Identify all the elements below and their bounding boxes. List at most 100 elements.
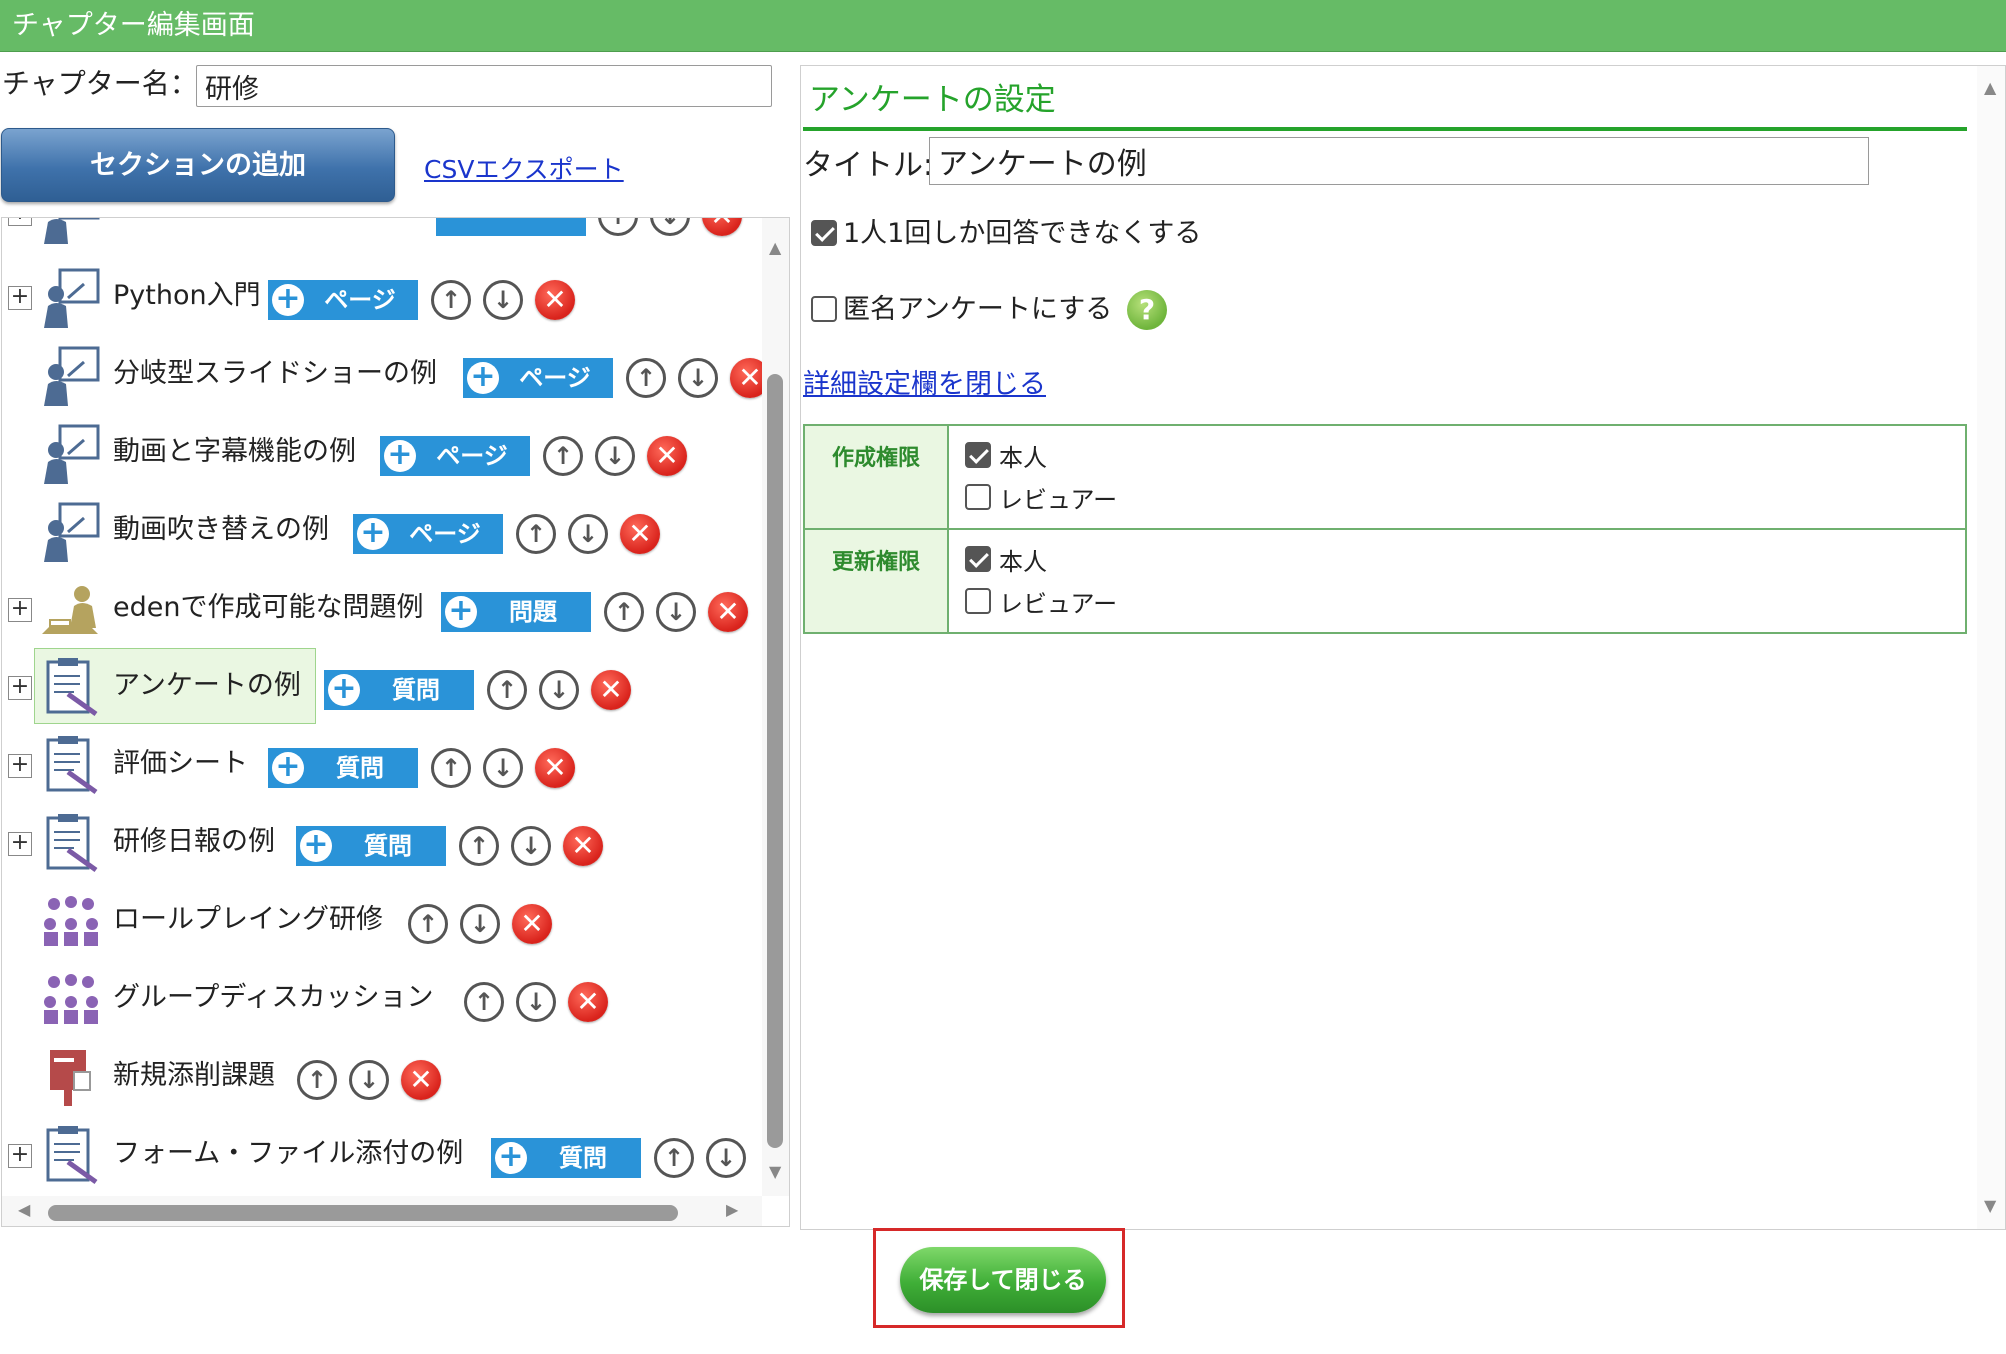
once-only-checkbox[interactable] <box>811 220 837 246</box>
section-label[interactable]: 分岐型スライドショーの例 <box>113 356 437 392</box>
move-up-button[interactable]: ↑ <box>431 280 471 320</box>
update-self-checkbox[interactable] <box>965 546 991 572</box>
move-up-button[interactable]: ↑ <box>408 904 448 944</box>
delete-button[interactable]: ✕ <box>563 826 603 866</box>
delete-button[interactable]: ✕ <box>535 280 575 320</box>
expand-toggle[interactable]: + <box>8 598 32 622</box>
move-up-button[interactable]: ↑ <box>598 218 638 236</box>
move-down-button[interactable]: ↓ <box>706 1138 746 1178</box>
delete-button[interactable]: ✕ <box>702 218 742 236</box>
delete-button[interactable]: ✕ <box>401 1060 441 1100</box>
tree-row[interactable]: 動画と字幕機能の例 + ページ ↑ ↓ ✕ <box>2 420 762 486</box>
scroll-thumb[interactable] <box>767 374 783 1148</box>
move-up-button[interactable]: ↑ <box>487 670 527 710</box>
add-page-button[interactable]: + ページ <box>463 358 613 398</box>
add-question-button[interactable]: + 質問 <box>324 670 474 710</box>
delete-button[interactable]: ✕ <box>730 358 762 398</box>
panel-vertical-scrollbar[interactable]: ▲ ▼ <box>1977 66 2005 1229</box>
delete-button[interactable]: ✕ <box>535 748 575 788</box>
create-reviewer-checkbox[interactable] <box>965 484 991 510</box>
tree-row[interactable]: グループディスカッション ↑ ↓ ✕ <box>2 966 762 1032</box>
move-down-button[interactable]: ↓ <box>483 748 523 788</box>
delete-button[interactable]: ✕ <box>512 904 552 944</box>
scroll-thumb[interactable] <box>48 1205 678 1221</box>
move-up-button[interactable]: ↑ <box>654 1138 694 1178</box>
tree-row-selected[interactable]: + アンケートの例 + 質問 ↑ ↓ ✕ <box>2 648 762 724</box>
move-down-button[interactable]: ↓ <box>460 904 500 944</box>
move-down-button[interactable]: ↓ <box>539 670 579 710</box>
scroll-left-arrow-icon[interactable]: ◀ <box>18 1200 30 1219</box>
expand-toggle[interactable]: + <box>8 1144 32 1168</box>
move-up-button[interactable]: ↑ <box>604 592 644 632</box>
expand-toggle[interactable]: + <box>8 286 32 310</box>
csv-export-link[interactable]: CSVエクスポート <box>424 150 624 186</box>
delete-button[interactable]: ✕ <box>568 982 608 1022</box>
section-label[interactable]: 新規添削課題 <box>113 1058 275 1094</box>
add-page-button[interactable]: + ページ <box>268 280 418 320</box>
section-label[interactable]: ロールプレイング研修 <box>113 902 383 938</box>
add-section-button[interactable]: セクションの追加 <box>1 128 395 202</box>
move-down-button[interactable]: ↓ <box>650 218 690 236</box>
survey-title-input[interactable] <box>929 137 1869 185</box>
tree-row[interactable]: + edenで作成可能な問題例 + 問題 ↑ ↓ ✕ <box>2 576 762 642</box>
move-up-button[interactable]: ↑ <box>431 748 471 788</box>
expand-toggle[interactable]: + <box>8 676 32 700</box>
chapter-name-input[interactable] <box>196 65 772 107</box>
move-up-button[interactable]: ↑ <box>516 514 556 554</box>
expand-toggle[interactable]: + <box>8 754 32 778</box>
tree-row[interactable]: + 評価シート + 質問 ↑ ↓ ✕ <box>2 732 762 798</box>
anonymous-checkbox[interactable] <box>811 296 837 322</box>
section-label[interactable]: アンケートの例 <box>113 668 301 704</box>
save-and-close-button[interactable]: 保存して閉じる <box>900 1247 1106 1313</box>
add-question-button[interactable]: + 質問 <box>268 748 418 788</box>
scroll-up-arrow-icon[interactable]: ▲ <box>769 238 781 257</box>
expand-toggle[interactable]: + <box>8 218 32 226</box>
tree-row[interactable]: + フォーム・ファイル添付の例 + 質問 ↑ ↓ <box>2 1122 762 1188</box>
section-label[interactable]: グループディスカッション <box>113 980 434 1016</box>
section-label[interactable]: 動画と字幕機能の例 <box>113 434 356 470</box>
expand-toggle[interactable]: + <box>8 832 32 856</box>
add-question-button[interactable]: + 質問 <box>491 1138 641 1178</box>
tree-vertical-scrollbar[interactable]: ▲ ▼ <box>762 218 789 1196</box>
move-up-button[interactable]: ↑ <box>626 358 666 398</box>
add-page-button[interactable]: + ページ <box>380 436 530 476</box>
toggle-details-link[interactable]: 詳細設定欄を閉じる <box>803 362 1046 401</box>
update-reviewer-checkbox[interactable] <box>965 588 991 614</box>
section-label[interactable]: 評価シート <box>113 746 248 782</box>
help-icon[interactable]: ? <box>1127 290 1167 330</box>
move-down-button[interactable]: ↓ <box>656 592 696 632</box>
move-down-button[interactable]: ↓ <box>568 514 608 554</box>
add-question-button[interactable]: + 問題 <box>441 592 591 632</box>
tree-row[interactable]: 分岐型スライドショーの例 + ページ ↑ ↓ ✕ <box>2 342 762 408</box>
add-page-pill-partial[interactable] <box>436 218 586 236</box>
section-label[interactable]: 動画吹き替えの例 <box>113 512 329 548</box>
tree-row[interactable]: ロールプレイング研修 ↑ ↓ ✕ <box>2 888 762 954</box>
move-up-button[interactable]: ↑ <box>297 1060 337 1100</box>
tree-row[interactable]: 新規添削課題 ↑ ↓ ✕ <box>2 1044 762 1110</box>
tree-row[interactable]: + Python入門 + ページ ↑ ↓ ✕ <box>2 264 762 330</box>
delete-button[interactable]: ✕ <box>708 592 748 632</box>
delete-button[interactable]: ✕ <box>647 436 687 476</box>
delete-button[interactable]: ✕ <box>591 670 631 710</box>
section-label[interactable]: Python入門 <box>113 278 261 314</box>
move-down-button[interactable]: ↓ <box>516 982 556 1022</box>
move-down-button[interactable]: ↓ <box>678 358 718 398</box>
move-down-button[interactable]: ↓ <box>483 280 523 320</box>
move-down-button[interactable]: ↓ <box>595 436 635 476</box>
scroll-down-arrow-icon[interactable]: ▼ <box>769 1162 781 1181</box>
tree-horizontal-scrollbar[interactable]: ◀ ▶ <box>2 1196 762 1226</box>
scroll-right-arrow-icon[interactable]: ▶ <box>726 1200 738 1219</box>
add-question-button[interactable]: + 質問 <box>296 826 446 866</box>
move-up-button[interactable]: ↑ <box>543 436 583 476</box>
tree-row[interactable]: + 研修日報の例 + 質問 ↑ ↓ ✕ <box>2 810 762 876</box>
tree-row[interactable]: 動画吹き替えの例 + ページ ↑ ↓ ✕ <box>2 498 762 564</box>
section-label[interactable]: edenで作成可能な問題例 <box>113 590 423 626</box>
scroll-down-arrow-icon[interactable]: ▼ <box>1984 1196 1996 1215</box>
section-label[interactable]: 研修日報の例 <box>113 824 275 860</box>
scroll-up-arrow-icon[interactable]: ▲ <box>1984 78 1996 97</box>
delete-button[interactable]: ✕ <box>620 514 660 554</box>
add-page-button[interactable]: + ページ <box>353 514 503 554</box>
move-down-button[interactable]: ↓ <box>511 826 551 866</box>
create-self-checkbox[interactable] <box>965 442 991 468</box>
section-label[interactable]: フォーム・ファイル添付の例 <box>113 1136 463 1172</box>
